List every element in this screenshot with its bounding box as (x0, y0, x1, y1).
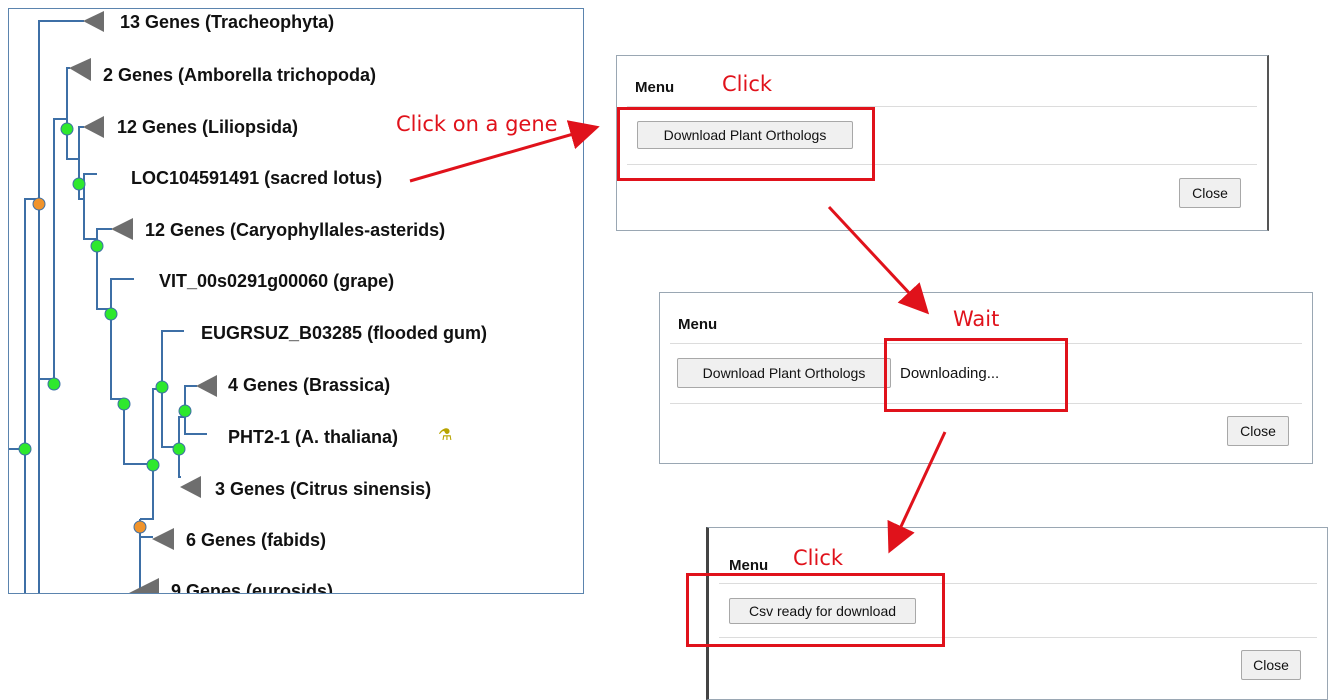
close-button[interactable]: Close (1227, 416, 1289, 446)
dialog-title: Menu (635, 79, 675, 96)
highlight-download-button (617, 107, 875, 181)
tree-node-label[interactable]: 12 Genes (Caryophyllales-asterids) (145, 220, 445, 240)
download-plant-orthologs-button[interactable]: Download Plant Orthologs (677, 358, 891, 388)
dialog-title: Menu (678, 316, 718, 333)
tree-node-label[interactable]: VIT_00s0291g00060 (grape) (159, 271, 394, 291)
highlight-downloading-status (884, 338, 1068, 412)
annotation-click: Click (793, 546, 844, 570)
tree-node-label[interactable]: 13 Genes (Tracheophyta) (120, 12, 334, 32)
tree-node-label[interactable]: 2 Genes (Amborella trichopoda) (103, 65, 376, 85)
gene-tree-panel: 13 Genes (Tracheophyta) 2 Genes (Amborel… (8, 8, 584, 594)
close-button[interactable]: Close (1241, 650, 1301, 680)
tree-node-label[interactable]: 12 Genes (Liliopsida) (117, 117, 298, 137)
tree-node-label[interactable]: 4 Genes (Brassica) (228, 375, 390, 395)
tree-node-label[interactable]: EUGRSUZ_B03285 (flooded gum) (201, 323, 487, 343)
gene-tree-graphic (9, 11, 217, 593)
highlight-csv-button (686, 573, 945, 647)
flask-icon: ⚗ (438, 427, 453, 444)
annotation-click: Click (722, 72, 773, 96)
annotation-wait: Wait (953, 307, 1000, 331)
tree-node-label[interactable]: 6 Genes (fabids) (186, 530, 326, 550)
tree-node-label[interactable]: PHT2-1 (A. thaliana) (228, 427, 398, 447)
close-button[interactable]: Close (1179, 178, 1241, 208)
tree-branches (9, 20, 207, 593)
collapsed-clade-markers (69, 11, 217, 593)
tree-node-label[interactable]: LOC104591491 (sacred lotus) (131, 168, 382, 188)
tree-node-label[interactable]: 9 Genes (eurosids) (171, 581, 333, 593)
dialog-title: Menu (729, 557, 769, 574)
annotation-click-gene: Click on a gene (396, 112, 558, 136)
tree-node-label[interactable]: 3 Genes (Citrus sinensis) (215, 479, 431, 499)
